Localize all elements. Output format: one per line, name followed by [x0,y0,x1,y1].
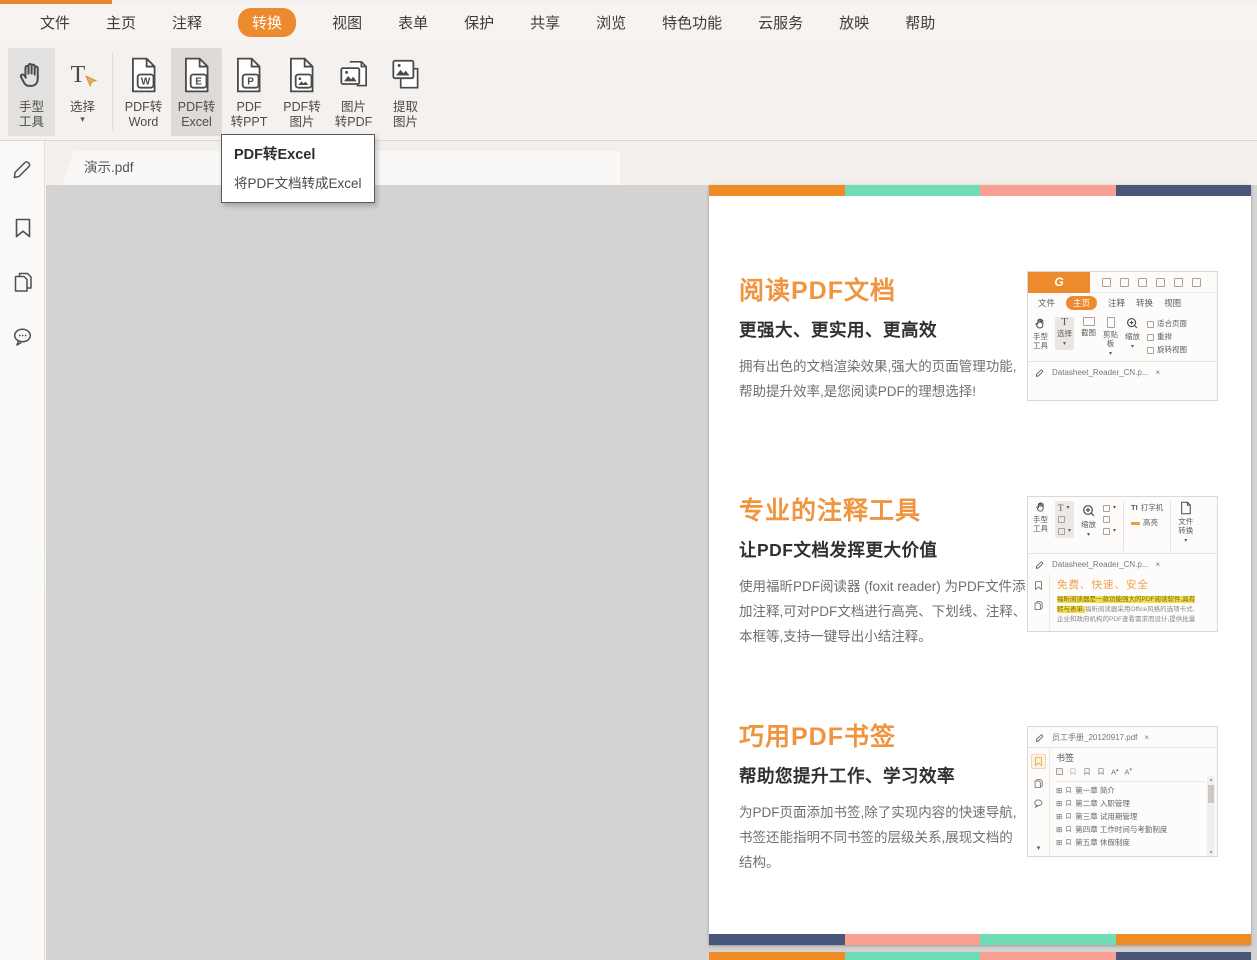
pdf-to-image-button[interactable]: PDF转 图片 [277,48,327,136]
menu-cloud[interactable]: 云服务 [758,12,803,33]
pdf-to-excel-button[interactable]: E PDF转 Excel [171,48,222,136]
menu-protect[interactable]: 保护 [464,12,494,33]
page-bottom-stripe [709,934,1251,945]
pdf-page: 阅读PDF文档 更强大、更实用、更高效 拥有出色的文档渲染效果,强大的页面管理功… [709,185,1251,945]
bookmark-panel-title: 书签 [1056,753,1075,763]
section-annotation: 专业的注释工具 让PDF文档发挥更大价值 使用福昕PDF阅读器 (foxit r… [739,491,1041,649]
select-tool-label: 选择 [69,100,95,114]
pdf-to-ppt-button[interactable]: P PDF 转PPT [224,48,274,136]
mini-tab-row: 文件 主页 注释 转换 视图 [1038,296,1182,310]
tooltip-description: 将PDF文档转成Excel [234,176,362,191]
pdf-to-image-label: PDF转 图片 [283,100,321,129]
section-body: 为PDF页面添加书签,除了实现内容的快速导航, 书签还能指明不同书签的层级关系,… [739,805,1017,870]
hand-tool-button[interactable]: 手型 工具 [8,48,55,136]
pdf-to-ppt-icon: P [231,52,267,98]
menu-file[interactable]: 文件 [40,12,70,33]
section-heading: 巧用PDF书签 [739,723,897,751]
page-top-stripe [709,185,1251,196]
annotate-pencil-icon[interactable] [11,155,35,179]
pdf-to-word-icon: W [126,52,162,98]
select-text-icon: T [66,52,100,98]
hand-tool-label: 手型 工具 [18,100,44,129]
toolbar-separator [112,52,113,130]
menu-present[interactable]: 放映 [839,12,869,33]
select-tool-button[interactable]: T 选择 ▾ [59,48,106,136]
open-icon [1102,277,1111,287]
menu-view[interactable]: 视图 [332,12,362,33]
image-to-pdf-button[interactable]: 图片 转PDF [329,48,378,136]
menu-home[interactable]: 主页 [106,12,136,33]
mini-doc-tab-bar: Datasheet_Reader_CN.p... × [1028,553,1217,574]
extract-image-button[interactable]: 提取 图片 [381,48,430,136]
mini-doc-tab-bar: 员工手册_20120917.pdf × [1028,727,1217,748]
section-heading: 专业的注释工具 [739,497,922,525]
menu-share[interactable]: 共享 [530,12,560,33]
pdf-to-word-label: PDF转 Word [124,100,163,129]
menu-browse[interactable]: 浏览 [596,12,626,33]
extract-image-icon [388,52,424,98]
comments-panel-icon[interactable] [11,325,35,349]
image-to-pdf-icon [336,52,372,98]
pdf-to-excel-icon: E [179,52,215,98]
screenshot-reader-ui: G 文件 主页 注释 转换 视图 手型 工具 T 选择 ▾ 截图 剪贴 板 ▾ … [1027,271,1218,401]
document-view-area: 阅读PDF文档 更强大、更实用、更高效 拥有出色的文档渲染效果,强大的页面管理功… [46,185,1257,960]
menu-bar: 文件 主页 注释 转换 视图 表单 保护 共享 浏览 特色功能 云服务 放映 帮… [0,4,1257,40]
export-icon [1156,277,1165,287]
pdf-to-ppt-label: PDF 转PPT [230,100,268,129]
pdf-to-excel-tooltip: PDF转Excel 将PDF文档转成Excel [221,134,375,203]
page-icon [1174,277,1183,287]
next-page-top-stripe [709,952,1251,960]
pdf-to-excel-label: PDF转 Excel [177,100,216,129]
mini-toolbar: 手型 工具 T ▾ ▾ 缩放 ▾ ▾ ▾ TI 打字机 高亮 文件 转换 ▾ [1028,497,1217,553]
mini-scrollbar: ▴ ▾ [1207,776,1215,856]
print-icon [1138,277,1147,287]
image-to-pdf-label: 图片 转PDF [334,100,373,129]
foxit-logo: G [1028,271,1090,293]
menu-comment[interactable]: 注释 [172,12,202,33]
menu-help[interactable]: 帮助 [905,12,935,33]
menu-form[interactable]: 表单 [398,12,428,33]
screenshot-bookmarks-ui: 员工手册_20120917.pdf × ▾ 书签 A▴ A▾ ⊞ 第一章 简介 … [1027,726,1218,857]
section-subheading: 帮助您提升工作、学习效率 [739,766,955,786]
pdf-to-word-button[interactable]: W PDF转 Word [118,48,169,136]
quick-access-icons [1102,277,1201,287]
ribbon-toolbar: 手型 工具 T 选择 ▾ W PDF转 Word E PDF转 Excel P … [0,40,1257,141]
svg-text:E: E [195,77,202,88]
extract-image-label: 提取 图片 [392,100,418,129]
mini-doc-tab-bar: Datasheet_Reader_CN.p... × [1028,361,1217,382]
svg-text:P: P [247,77,254,88]
section-read-pdf: 阅读PDF文档 更强大、更实用、更高效 拥有出色的文档渲染效果,强大的页面管理功… [739,271,1041,404]
section-bookmarks: 巧用PDF书签 帮助您提升工作、学习效率 为PDF页面添加书签,除了实现内容的快… [739,717,1041,875]
pages-panel-icon[interactable] [11,270,35,294]
section-subheading: 让PDF文档发挥更大价值 [739,540,938,560]
section-body: 使用福昕PDF阅读器 (foxit reader) 为PDF文件添 加注释,可对… [739,579,1040,644]
mini-content-heading: 免费、快速、安全 [1057,579,1149,591]
svg-text:T: T [70,62,85,88]
section-body: 拥有出色的文档渲染效果,强大的页面管理功能, 帮助提升效率,是您阅读PDF的理想… [739,359,1017,399]
chevron-down-icon: ▾ [80,114,85,124]
mini-side-rail: ▾ [1028,748,1050,856]
bookmarks-panel-icon[interactable] [11,216,35,240]
mini-side-rail [1028,574,1050,631]
pdf-to-image-icon [284,52,320,98]
menu-features[interactable]: 特色功能 [662,12,722,33]
save-icon [1120,277,1129,287]
section-subheading: 更强大、更实用、更高效 [739,320,937,340]
undo-icon [1192,277,1201,287]
mini-toolbar: 手型 工具 T 选择 ▾ 截图 剪贴 板 ▾ 缩放 ▾ 适合页面 重排 旋转视图 [1033,316,1187,358]
menu-convert[interactable]: 转换 [238,7,297,37]
tooltip-title: PDF转Excel [234,147,316,163]
svg-text:W: W [140,77,150,88]
screenshot-annotation-ui: 手型 工具 T ▾ ▾ 缩放 ▾ ▾ ▾ TI 打字机 高亮 文件 转换 ▾ D… [1027,496,1218,632]
left-sidebar [0,141,45,960]
section-heading: 阅读PDF文档 [739,277,897,305]
hand-icon [16,52,48,98]
